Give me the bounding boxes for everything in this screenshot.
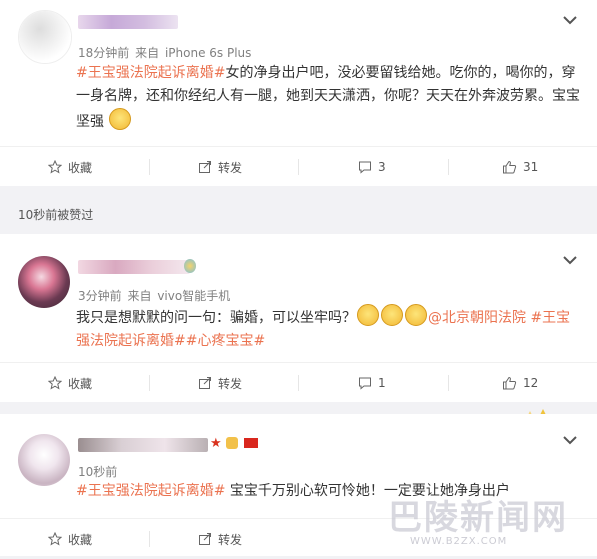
forward-button[interactable]: 转发 <box>198 363 242 403</box>
share-icon <box>199 377 211 389</box>
mention-link[interactable]: @北京朝阳法院 <box>428 310 526 326</box>
collect-button[interactable]: 收藏 <box>48 363 92 403</box>
comment-icon <box>359 161 371 174</box>
share-icon <box>199 161 211 173</box>
weibo-card-1: 18分钟前 来自 iPhone 6s Plus #王宝强法院起诉离婚#女的净身出… <box>0 0 597 186</box>
emoji-icon <box>357 304 379 326</box>
action-bar: 收藏 转发 <box>0 518 597 559</box>
comment-button[interactable]: 3 <box>358 147 386 187</box>
avatar[interactable] <box>18 10 72 64</box>
hashtag-link[interactable]: #王宝强法院起诉离婚# <box>76 65 225 81</box>
badge-icon <box>226 437 238 449</box>
forward-button[interactable]: 转发 <box>198 147 242 187</box>
thumb-up-icon <box>503 376 517 390</box>
post-text: #王宝强法院起诉离婚#女的净身出户吧，没必要留钱给她。吃你的，喝你的，穿一身名牌… <box>76 65 580 130</box>
share-icon <box>199 533 211 545</box>
like-button[interactable]: 31 <box>502 147 538 187</box>
post-meta: 10秒前 <box>78 463 117 480</box>
chevron-down-icon[interactable] <box>561 254 579 266</box>
hashtag-link[interactable]: #心疼宝宝# <box>186 333 265 349</box>
action-bar: 收藏 转发 3 31 <box>0 146 597 187</box>
post-text: #王宝强法院起诉离婚# 宝宝千万别心软可怜她！一定要让她净身出户 <box>76 483 510 499</box>
forward-button[interactable]: 转发 <box>198 519 242 559</box>
star-icon <box>48 376 62 390</box>
collect-button[interactable]: 收藏 <box>48 519 92 559</box>
post-source[interactable]: iPhone 6s Plus <box>165 46 251 60</box>
post-meta: 3分钟前 来自 vivo智能手机 <box>78 289 231 303</box>
avatar[interactable] <box>18 256 70 308</box>
emoji-icon <box>405 304 427 326</box>
chevron-down-icon[interactable] <box>561 14 579 26</box>
comment-button[interactable]: 1 <box>358 363 386 403</box>
post-text: 我只是想默默的问一句：骗婚，可以坐牢吗？ @北京朝阳法院 #王宝强法院起诉离婚##… <box>76 304 581 353</box>
username-blurred[interactable] <box>78 15 178 29</box>
verified-badge-icon <box>184 259 196 273</box>
red-star-icon: ★ <box>210 436 222 451</box>
chevron-down-icon[interactable] <box>561 434 579 446</box>
emoji-icon <box>381 304 403 326</box>
like-button[interactable]: 12 <box>502 363 538 403</box>
star-icon <box>48 532 62 546</box>
username-blurred[interactable] <box>78 438 208 452</box>
emoji-icon <box>109 108 132 130</box>
china-flag-icon <box>244 438 258 448</box>
comment-icon <box>359 377 371 390</box>
post-source[interactable]: vivo智能手机 <box>157 289 230 303</box>
liked-time-label: 10秒前被赞过 <box>18 208 94 222</box>
post-time[interactable]: 10秒前 <box>78 465 117 479</box>
thumb-up-icon <box>503 160 517 174</box>
username-blurred[interactable] <box>78 260 190 274</box>
post-time[interactable]: 3分钟前 <box>78 289 122 303</box>
post-time[interactable]: 18分钟前 <box>78 46 129 60</box>
hashtag-link[interactable]: #王宝强法院起诉离婚# <box>76 483 225 499</box>
post-meta: 18分钟前 来自 iPhone 6s Plus <box>78 46 252 60</box>
action-bar: 收藏 转发 1 12 <box>0 362 597 403</box>
avatar[interactable] <box>18 434 70 486</box>
star-icon <box>48 160 62 174</box>
collect-button[interactable]: 收藏 <box>48 147 92 187</box>
